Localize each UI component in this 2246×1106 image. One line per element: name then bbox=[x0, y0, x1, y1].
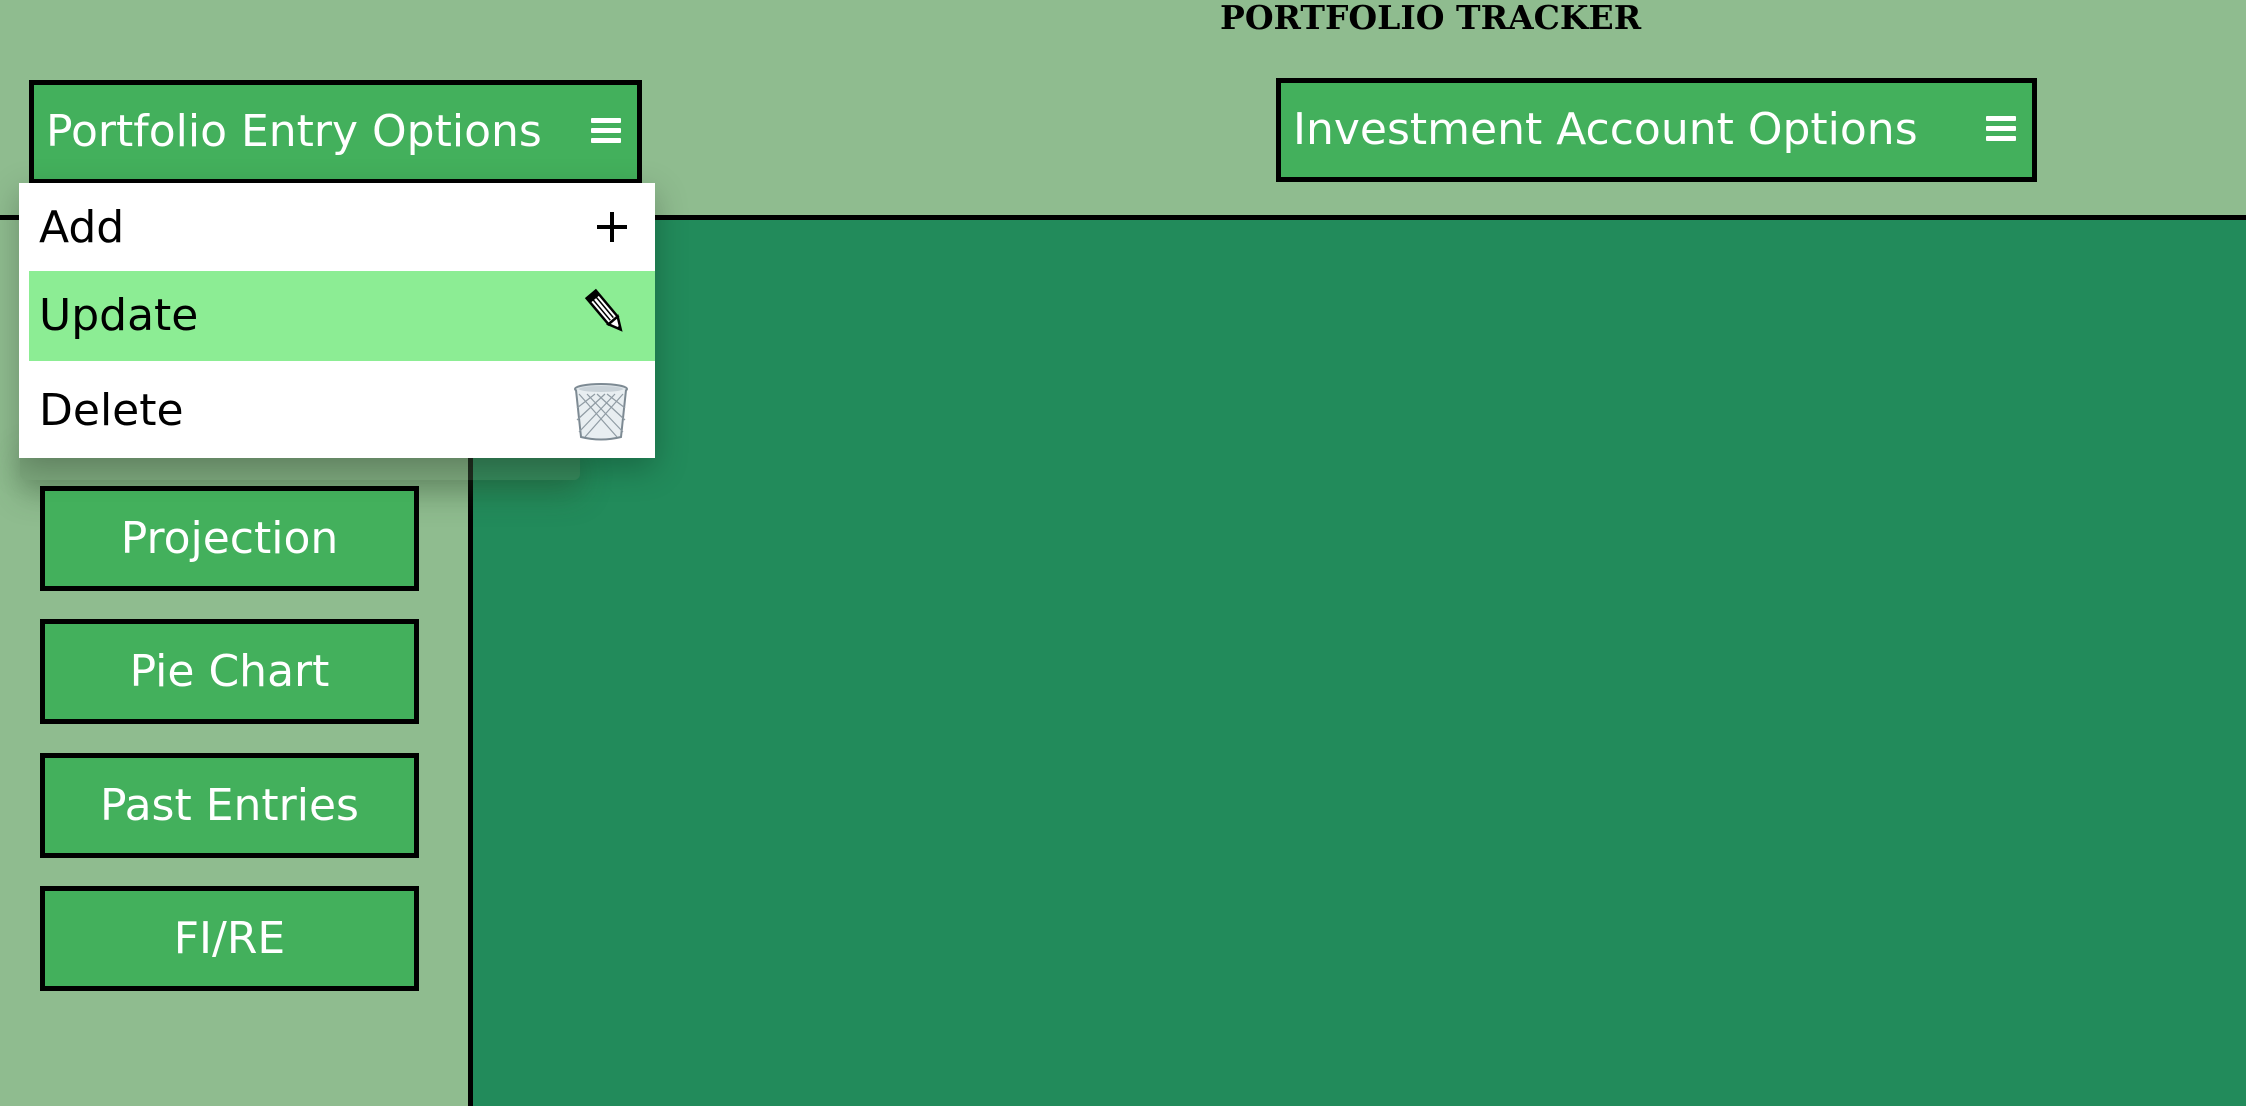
app-title-bar: PORTFOLIO TRACKER bbox=[0, 0, 2246, 40]
menu-item-label: Update bbox=[39, 290, 199, 341]
hamburger-menu-icon bbox=[1986, 113, 2016, 143]
portfolio-tracker-page: PORTFOLIO TRACKER Portfolio Entry Option… bbox=[0, 0, 2246, 1106]
portfolio-entry-dropdown-menu: Add Update Delete bbox=[19, 183, 655, 458]
sidebar-item-pie-chart[interactable]: Pie Chart bbox=[40, 619, 419, 724]
plus-icon bbox=[597, 212, 627, 242]
hamburger-menu-icon bbox=[591, 115, 621, 145]
portfolio-entry-options-label: Portfolio Entry Options bbox=[46, 106, 542, 157]
menu-item-label: Add bbox=[39, 202, 125, 253]
trash-icon bbox=[573, 382, 629, 442]
sidebar-item-projection[interactable]: Projection bbox=[40, 486, 419, 591]
menu-item-add[interactable]: Add bbox=[19, 183, 655, 271]
main-content-area bbox=[473, 220, 2246, 1106]
menu-item-update[interactable]: Update bbox=[29, 271, 655, 361]
menu-item-label: Delete bbox=[39, 385, 184, 436]
investment-account-options-label: Investment Account Options bbox=[1293, 104, 1918, 155]
pencil-icon bbox=[583, 287, 629, 345]
menu-item-delete[interactable]: Delete bbox=[19, 366, 655, 458]
portfolio-entry-options-button[interactable]: Portfolio Entry Options bbox=[29, 80, 642, 184]
sidebar-item-past-entries[interactable]: Past Entries bbox=[40, 753, 419, 858]
sidebar-item-fire[interactable]: FI/RE bbox=[40, 886, 419, 991]
investment-account-options-button[interactable]: Investment Account Options bbox=[1276, 78, 2037, 182]
app-title: PORTFOLIO TRACKER bbox=[1220, 0, 1642, 37]
